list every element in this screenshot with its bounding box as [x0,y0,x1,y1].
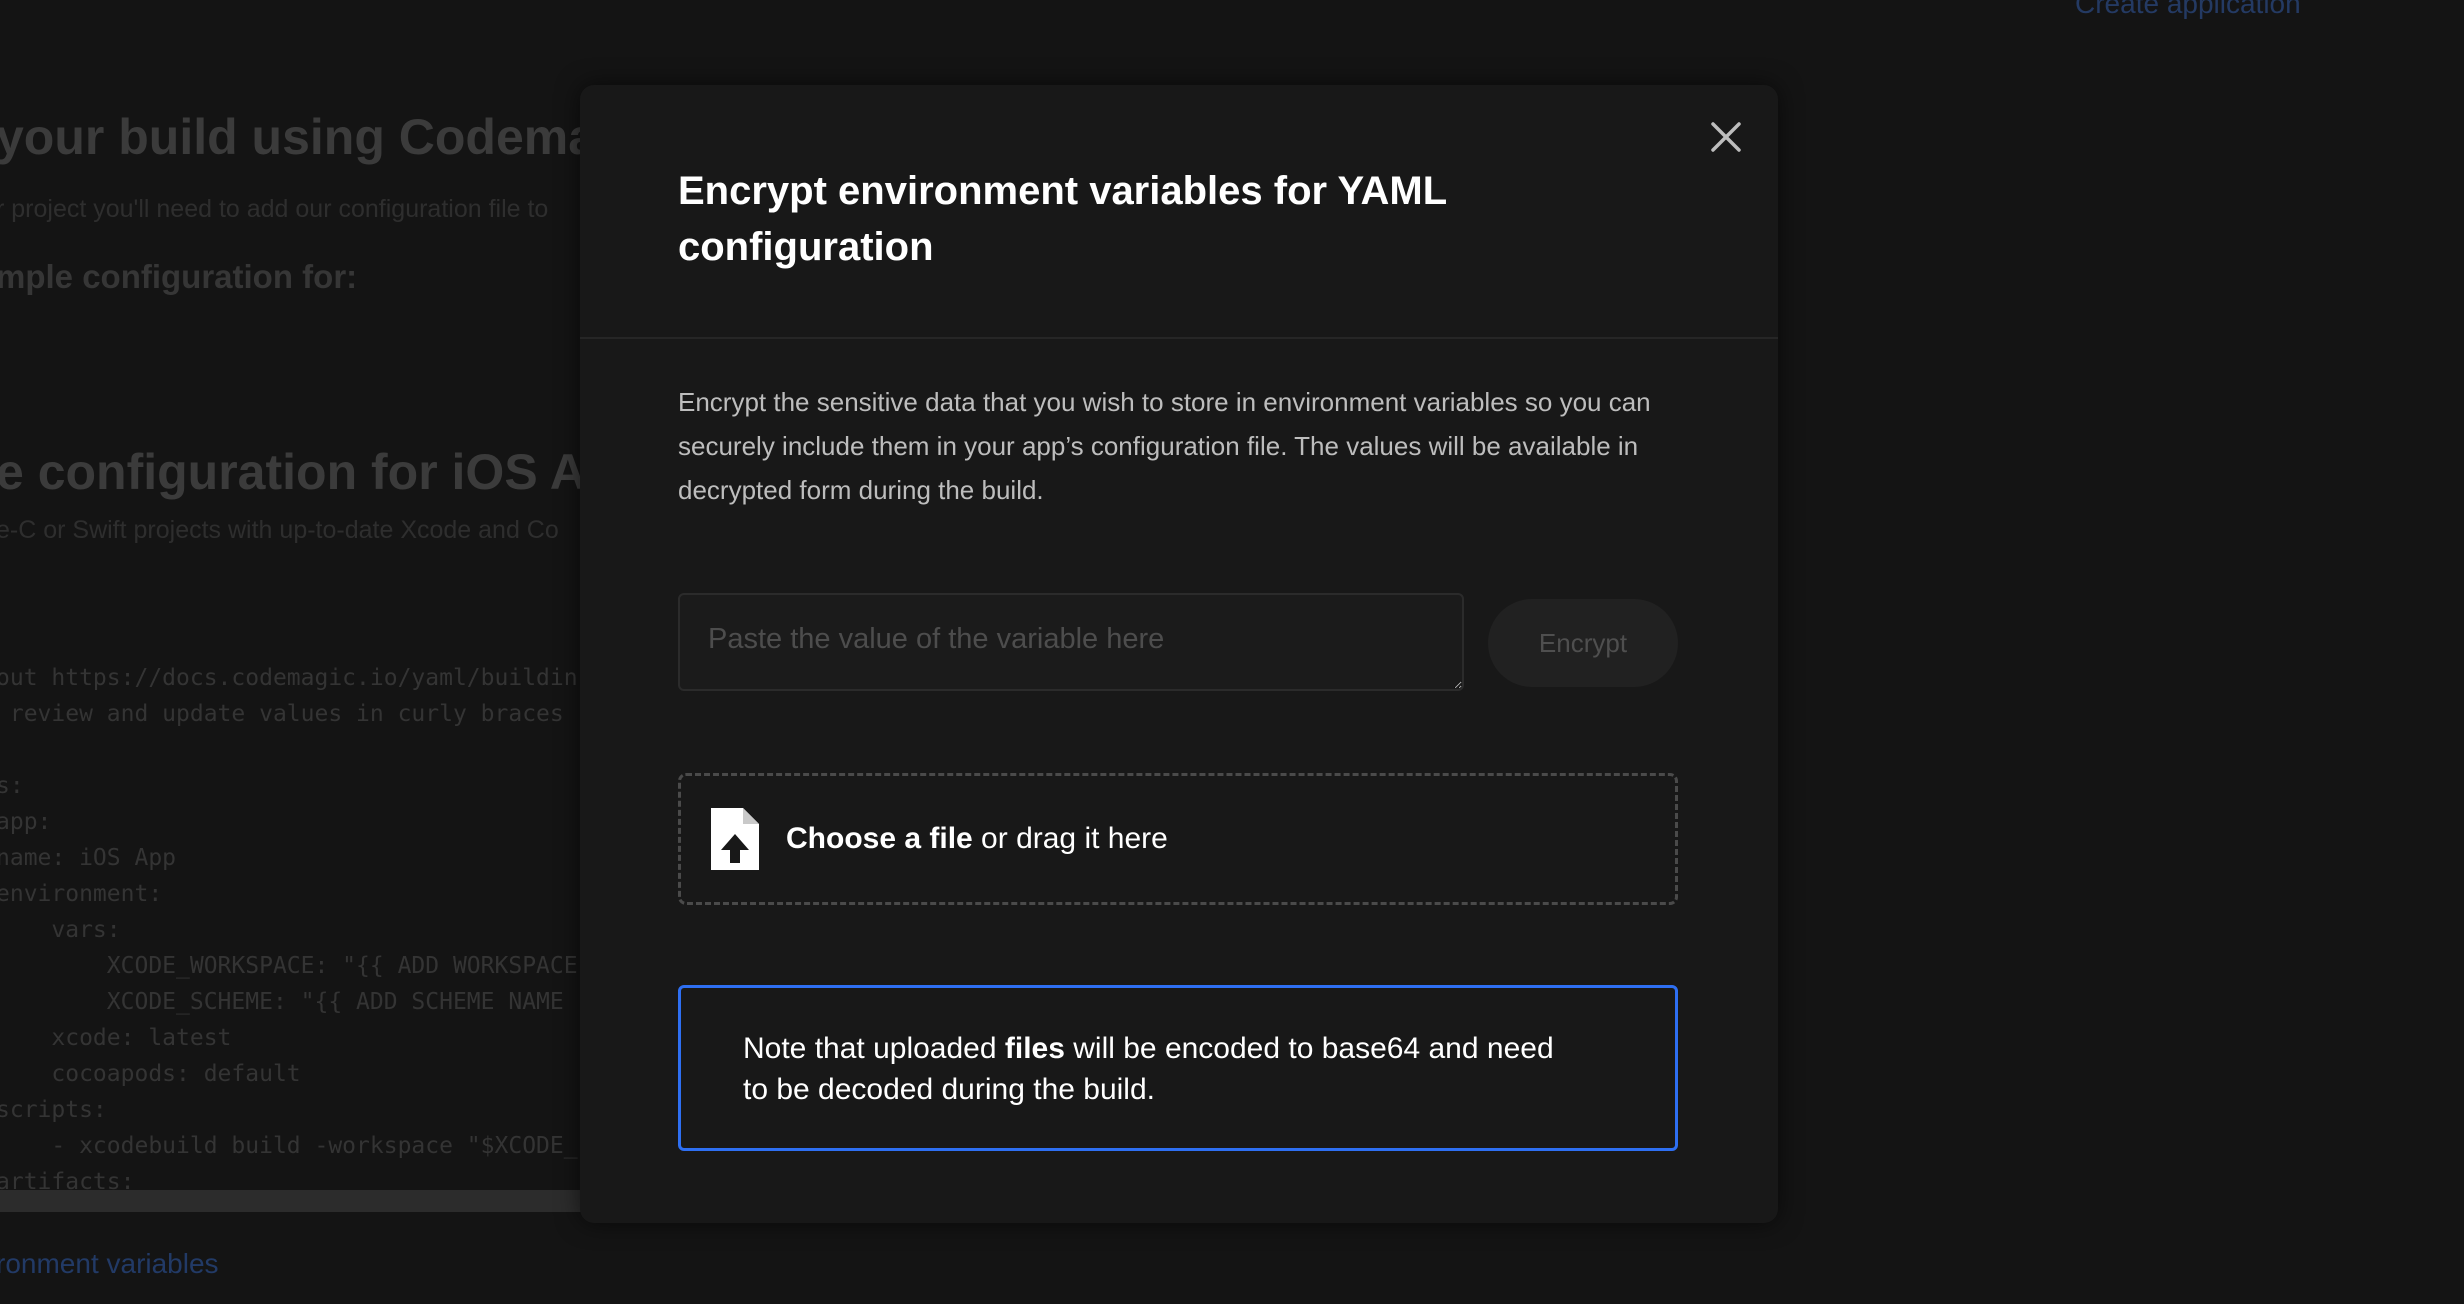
code-line: out https://docs.codemagic.io/yaml/build… [0,665,578,691]
choose-file-link[interactable]: Choose a file [786,822,973,855]
background-section-text: e-C or Swift projects with up-to-date Xc… [0,516,559,544]
base64-note: Note that uploaded files will be encoded… [678,985,1678,1151]
background-intro-text: r project you'll need to add our configu… [0,195,549,223]
note-text: Note that uploaded files will be encoded… [743,1028,1563,1110]
encrypt-modal: Encrypt environment variables for YAML c… [580,85,1778,1223]
code-line: xcode: latest [0,1025,232,1051]
code-line: name: iOS App [0,845,177,871]
modal-title: Encrypt environment variables for YAML c… [678,169,1447,269]
dropzone-label: Choose a file or drag it here [786,822,1168,856]
close-icon [1711,122,1741,152]
code-line: vars: [0,917,121,943]
code-line: - xcodebuild build -workspace "$XCODE_ [0,1133,578,1159]
close-button[interactable] [1704,115,1748,159]
background-code-block: out https://docs.codemagic.io/yaml/build… [0,660,578,1200]
note-prefix: Note that uploaded [743,1032,1005,1065]
code-line: XCODE_SCHEME: "{{ ADD SCHEME NAME [0,989,564,1015]
file-upload-icon [711,808,759,870]
drag-hint: or drag it here [972,822,1168,855]
code-scrollbar [0,1190,600,1212]
create-application-link: Create application [2075,0,2301,19]
environment-variables-link: ronment variables [0,1248,219,1279]
code-line: scripts: [0,1097,107,1123]
variable-value-input[interactable] [678,593,1464,691]
modal-divider [580,337,1778,339]
encrypt-button[interactable]: Encrypt [1488,599,1678,687]
code-line: XCODE_WORKSPACE: "{{ ADD WORKSPACE [0,953,578,979]
background-heading: your build using Codemagic [0,109,669,165]
code-line: review and update values in curly braces [0,701,564,727]
note-bold: files [1004,1032,1065,1065]
file-dropzone[interactable]: Choose a file or drag it here [678,773,1678,905]
background-subheading: mple configuration for: [0,258,358,295]
code-line: s: [0,773,24,799]
modal-description: Encrypt the sensitive data that you wish… [678,387,1651,505]
code-line: environment: [0,881,163,907]
code-line: cocoapods: default [0,1061,301,1087]
background-section-heading: e configuration for iOS App [0,444,647,500]
code-line: app: [0,809,52,835]
